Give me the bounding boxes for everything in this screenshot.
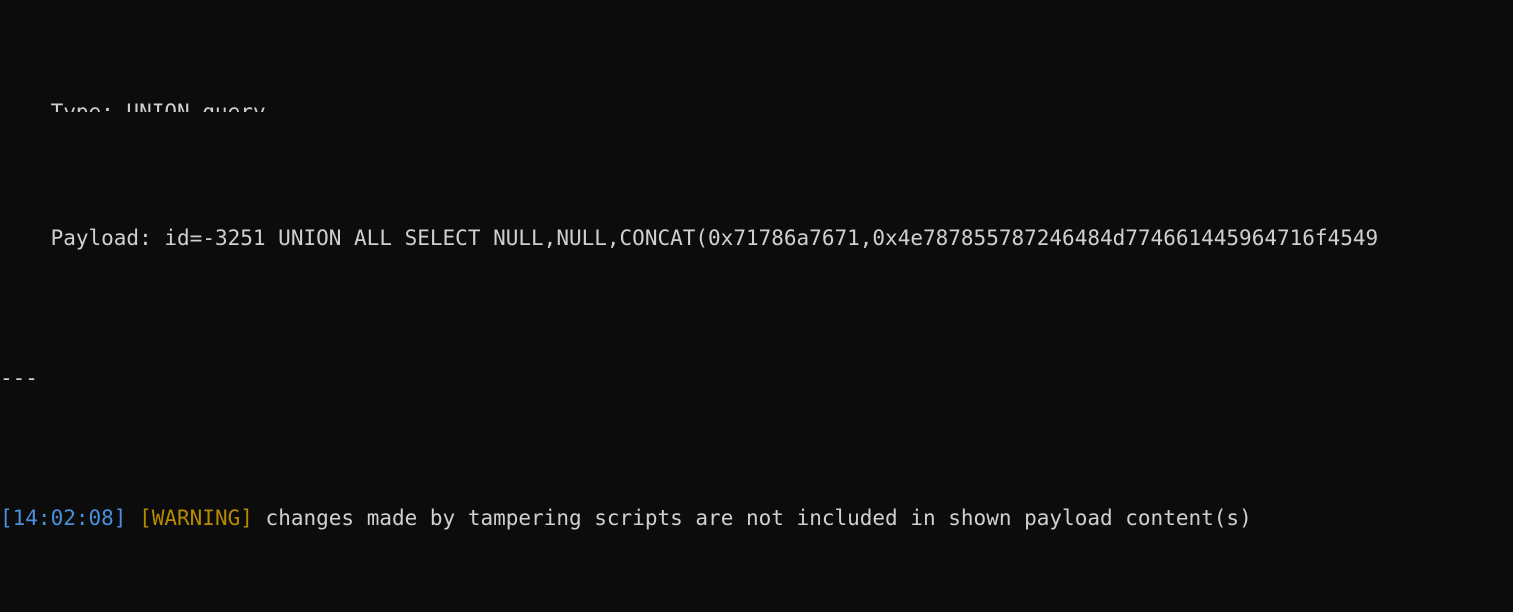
log-level-warning: [WARNING] — [139, 506, 253, 530]
payload-indent — [0, 226, 51, 250]
payload-line: Payload: id=-3251 UNION ALL SELECT NULL,… — [0, 224, 1513, 252]
payload-label: Payload: — [50, 226, 152, 250]
terminal-window[interactable]: Type: UNION query Payload: id=-3251 UNIO… — [0, 0, 1513, 612]
log-gap — [126, 506, 139, 530]
log-line-warning-tamper: [14:02:08] [WARNING] changes made by tam… — [0, 504, 1513, 532]
terminal-screen: Type: UNION query Payload: id=-3251 UNIO… — [0, 0, 1513, 612]
payload-space — [152, 226, 165, 250]
partial-scrolled-line: Type: UNION query — [0, 98, 1513, 112]
dashes-separator: --- — [0, 364, 1513, 392]
log-message: changes made by tampering scripts are no… — [265, 506, 1252, 530]
payload-value: id=-3251 UNION ALL SELECT NULL,NULL,CONC… — [164, 226, 1379, 250]
log-timestamp: [14:02:08] — [0, 506, 127, 530]
dashes-separator-text: --- — [0, 366, 38, 390]
partial-scrolled-line-text: Type: UNION query — [0, 100, 266, 112]
log-gap — [253, 506, 266, 530]
